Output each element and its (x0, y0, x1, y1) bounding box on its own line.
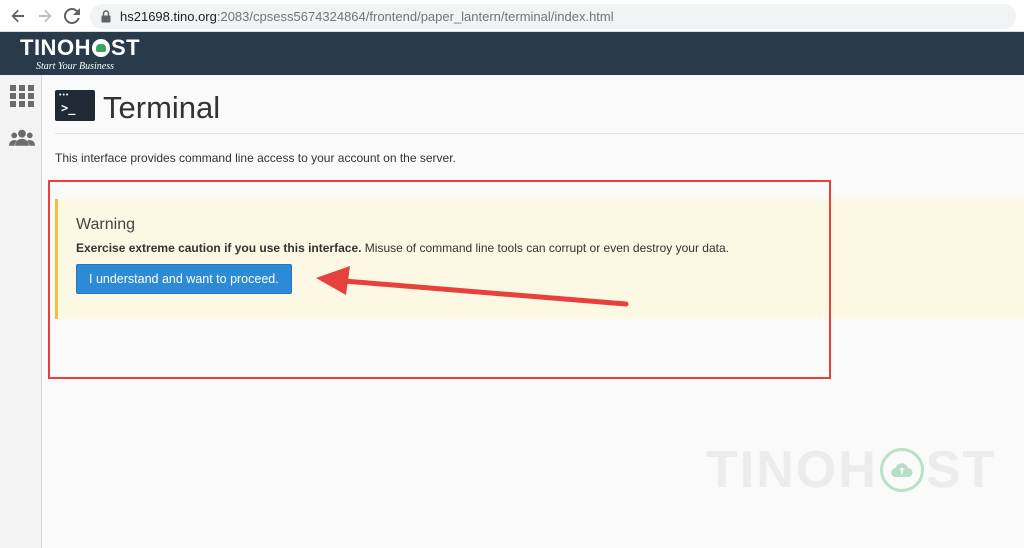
logo-tagline: Start Your Business (36, 61, 114, 72)
watermark-text-left: TINOH (706, 441, 878, 499)
reload-icon[interactable] (62, 6, 82, 26)
tinohost-logo[interactable]: TINO H ST Start Your Business (20, 36, 140, 73)
annotation-arrow-icon (316, 266, 629, 307)
url-text: hs21698.tino.org:2083/cpsess5674324864/f… (120, 9, 614, 24)
logo-text-right: ST (110, 35, 141, 60)
logo-text-h: H (74, 35, 91, 60)
page-description: This interface provides command line acc… (55, 151, 456, 165)
url-host: hs21698.tino.org (120, 9, 217, 24)
tinohost-watermark: TINOH ST (706, 440, 996, 500)
lock-icon (101, 10, 111, 23)
arrow-left-icon[interactable] (8, 6, 28, 26)
cloud-upload-icon (879, 448, 924, 492)
grid-icon[interactable] (9, 83, 35, 109)
cloud-house-icon (91, 39, 110, 57)
cpanel-header: TINO H ST Start Your Business (0, 32, 1024, 75)
sidebar (0, 75, 42, 548)
terminal-icon: ••• >_ (55, 90, 95, 121)
logo-wordmark: TINO H ST (20, 36, 140, 60)
logo-text-left: TINO (20, 35, 75, 60)
browser-toolbar: hs21698.tino.org:2083/cpsess5674324864/f… (0, 0, 1024, 32)
watermark-text-right: ST (925, 441, 997, 499)
url-path: :2083/cpsess5674324864/frontend/paper_la… (216, 9, 614, 24)
page-title: Terminal (103, 90, 221, 125)
address-bar[interactable]: hs21698.tino.org:2083/cpsess5674324864/f… (90, 4, 1016, 29)
title-divider (55, 133, 1024, 134)
users-icon[interactable] (9, 125, 35, 151)
arrow-right-icon[interactable] (35, 6, 55, 26)
